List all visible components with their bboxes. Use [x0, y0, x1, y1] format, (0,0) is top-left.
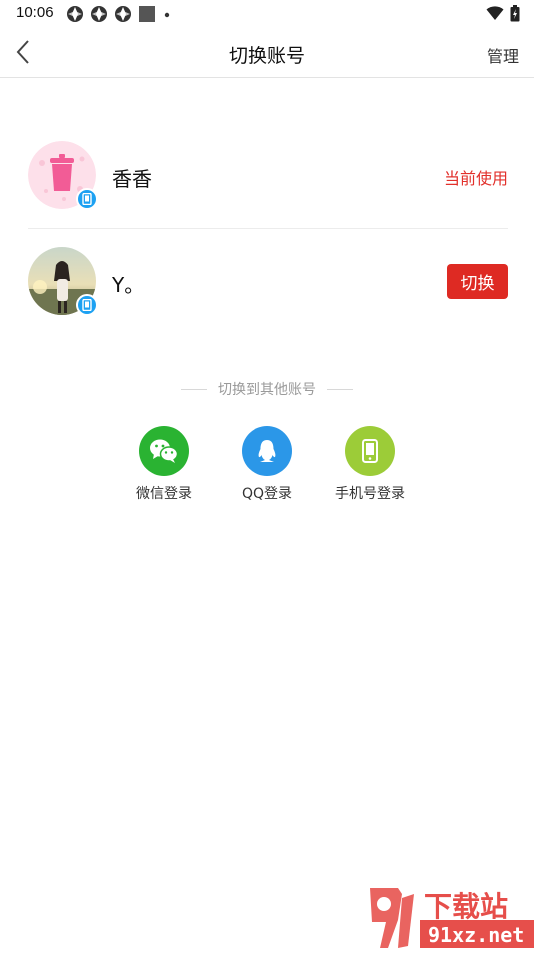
svg-text:下载站: 下载站 [424, 890, 508, 923]
qq-login-label: QQ登录 [241, 486, 293, 502]
account-row-other[interactable]: Y。 切换 [28, 238, 508, 324]
manage-button[interactable]: 管理 [487, 43, 519, 67]
header: 切换账号 管理 [0, 28, 534, 78]
qq-login-button[interactable]: QQ登录 [217, 426, 317, 503]
wechat-login-button[interactable]: 微信登录 [114, 426, 214, 503]
notification-dot-icon [164, 12, 170, 18]
device-badge-icon [76, 294, 98, 316]
other-accounts-title-text: 切换到其他账号 [218, 382, 316, 398]
account-name: 香香 [112, 167, 152, 191]
notification-app-icon [91, 6, 107, 22]
phone-login-button[interactable]: 手机号登录 [320, 426, 420, 503]
notification-icons [66, 5, 172, 23]
divider-line-right [327, 388, 353, 390]
switch-account-button[interactable]: 切换 [447, 264, 508, 299]
system-icons [486, 4, 520, 22]
phone-login-label: 手机号登录 [335, 486, 405, 502]
watermark-logo: 下载站 91xz.net [362, 886, 534, 950]
account-name: Y。 [112, 273, 145, 297]
divider-line-left [181, 388, 207, 390]
page-title: 切换账号 [228, 45, 305, 67]
avatar [28, 247, 98, 316]
other-accounts-title: 切换到其他账号 [0, 378, 534, 400]
current-account-label: 当前使用 [443, 169, 508, 188]
wifi-icon [486, 6, 504, 20]
wechat-login-label: 微信登录 [136, 486, 192, 502]
notification-app-icon [67, 6, 83, 22]
notification-square-icon [139, 6, 155, 22]
account-row-current[interactable]: 香香 当前使用 [28, 132, 508, 218]
avatar [28, 141, 98, 210]
wechat-icon [139, 426, 189, 476]
status-time: 10:06 [16, 4, 54, 21]
status-bar: 10:06 [0, 0, 534, 28]
qq-icon [242, 426, 292, 476]
notification-app-icon [115, 6, 131, 22]
svg-text:91xz.net: 91xz.net [428, 923, 524, 947]
divider [28, 228, 508, 229]
phone-icon [345, 426, 395, 476]
device-badge-icon [76, 188, 98, 210]
battery-icon [510, 4, 520, 21]
other-accounts-section: 切换到其他账号 微信登录 QQ登录 手机号登录 [0, 378, 534, 502]
